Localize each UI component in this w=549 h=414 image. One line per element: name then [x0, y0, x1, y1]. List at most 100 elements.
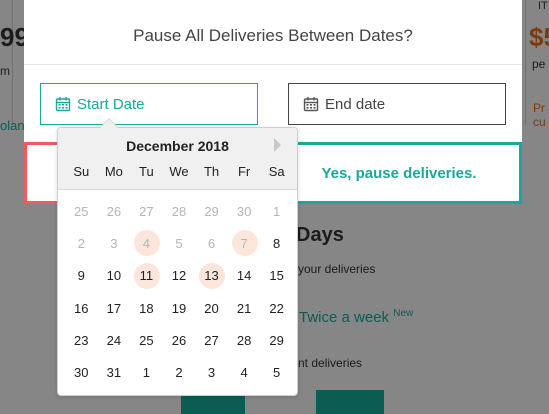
- start-date-input[interactable]: Start Date: [40, 83, 258, 125]
- calendar-day-number: 26: [171, 332, 187, 348]
- calendar-icon: [55, 97, 71, 112]
- calendar-day-number: 18: [139, 300, 154, 316]
- calendar-day-number: 27: [204, 332, 219, 348]
- calendar-day-number: 4: [240, 365, 248, 381]
- calendar-day[interactable]: 23: [65, 324, 98, 356]
- calendar-day-number: 24: [106, 332, 122, 348]
- calendar-day-number: 30: [236, 203, 252, 219]
- end-date-placeholder: End date: [325, 95, 386, 113]
- calendar-day-number: 5: [175, 235, 183, 251]
- calendar-day[interactable]: 15: [260, 260, 293, 292]
- chevron-right-icon[interactable]: [271, 137, 285, 153]
- calendar-day-number: 1: [273, 203, 281, 219]
- confirm-pause-button[interactable]: Yes, pause deliveries.: [274, 142, 522, 204]
- calendar-day-number: 16: [74, 300, 89, 316]
- calendar-week-row: 2 3 4 5 6 7 8: [65, 227, 293, 259]
- calendar-day[interactable]: 5: [260, 356, 293, 388]
- weekday-label: Su: [73, 164, 90, 179]
- calendar-day: 28: [163, 195, 196, 227]
- calendar-day[interactable]: 18: [130, 292, 163, 324]
- calendar-day[interactable]: 2: [163, 356, 196, 388]
- calendar-day: 7: [228, 227, 261, 259]
- calendar-day[interactable]: 8: [260, 227, 293, 259]
- weekday-header: Su Mo Tu We Th Fr Sa: [65, 164, 293, 184]
- calendar-day-number: 29: [269, 332, 284, 348]
- calendar-day: 26: [98, 195, 131, 227]
- calendar-day[interactable]: 28: [228, 324, 261, 356]
- calendar-day-number: 22: [269, 300, 284, 316]
- calendar-day[interactable]: 26: [163, 324, 196, 356]
- calendar-day[interactable]: 16: [65, 292, 98, 324]
- calendar-day-number: 15: [269, 268, 284, 284]
- calendar-day[interactable]: 10: [98, 260, 131, 292]
- calendar-day[interactable]: 12: [163, 260, 196, 292]
- calendar-day[interactable]: 19: [163, 292, 196, 324]
- month-label: December 2018: [126, 138, 229, 154]
- weekday-label: Fr: [237, 164, 251, 179]
- calendar-day-number: 2: [77, 235, 85, 251]
- calendar-day[interactable]: 29: [260, 324, 293, 356]
- calendar-day: 6: [195, 227, 228, 259]
- calendar-day[interactable]: 27: [195, 324, 228, 356]
- calendar-day-number: 14: [236, 268, 252, 284]
- calendar-grid: 25 26 27 28 29 30 1 2 3 4 5 6 7 8 9 10 11 12 13 14 15 16 17 18 1…: [65, 195, 293, 389]
- calendar-day[interactable]: 3: [195, 356, 228, 388]
- calendar-day[interactable]: 20: [195, 292, 228, 324]
- calendar-day-number: 6: [207, 235, 216, 251]
- calendar-day-number: 28: [171, 203, 187, 219]
- calendar-icon: [303, 97, 319, 112]
- end-date-input[interactable]: End date: [288, 83, 506, 125]
- calendar-day-number: 25: [139, 332, 154, 348]
- calendar-day[interactable]: 22: [260, 292, 293, 324]
- calendar-week-row: 9 10 11 12 13 14 15: [65, 260, 293, 292]
- calendar-day-number: 9: [77, 268, 85, 284]
- calendar-day-number: 26: [106, 203, 122, 219]
- calendar-day-number: 2: [175, 365, 183, 381]
- calendar-day-number: 1: [142, 365, 151, 381]
- calendar-day-number: 28: [236, 332, 252, 348]
- calendar-day-number: 29: [204, 203, 219, 219]
- calendar-day[interactable]: 31: [98, 356, 131, 388]
- weekday-label: Th: [203, 164, 220, 179]
- calendar-day[interactable]: 11: [130, 260, 163, 292]
- calendar-day-number: 25: [74, 203, 89, 219]
- calendar-day[interactable]: 24: [98, 324, 131, 356]
- calendar-day-number: 12: [171, 268, 187, 284]
- weekday-label: Tu: [139, 164, 154, 179]
- calendar-day[interactable]: 17: [98, 292, 131, 324]
- calendar-day-number: 27: [139, 203, 154, 219]
- calendar-day: 5: [163, 227, 196, 259]
- calendar-day: 1: [260, 195, 293, 227]
- calendar-day[interactable]: 13: [195, 260, 228, 292]
- calendar-day: 29: [195, 195, 228, 227]
- start-date-placeholder: Start Date: [77, 95, 145, 113]
- weekday-label: Mo: [104, 164, 123, 179]
- calendar-day[interactable]: 25: [130, 324, 163, 356]
- calendar-day-number: 20: [204, 300, 219, 316]
- calendar-week-row: 23 24 25 26 27 28 29: [65, 324, 293, 356]
- divider: [24, 64, 522, 65]
- calendar-day-number: 5: [273, 365, 281, 381]
- weekday-label: Sa: [268, 164, 285, 179]
- calendar-day[interactable]: 14: [228, 260, 261, 292]
- calendar-day-number: 10: [106, 268, 122, 284]
- calendar-day: 4: [130, 227, 163, 259]
- calendar-day-number: 3: [110, 235, 118, 251]
- calendar-day[interactable]: 1: [130, 356, 163, 388]
- calendar-day-number: 4: [142, 235, 151, 251]
- calendar-day-number: 3: [207, 365, 216, 381]
- calendar-day: 3: [98, 227, 131, 259]
- calendar-day[interactable]: 21: [228, 292, 261, 324]
- calendar-day-number: 23: [74, 332, 89, 348]
- calendar-day: 2: [65, 227, 98, 259]
- calendar-day-number: 31: [106, 365, 122, 381]
- calendar-day-number: 17: [106, 300, 122, 316]
- calendar-day-number: 8: [273, 235, 281, 251]
- calendar-day[interactable]: 30: [65, 356, 98, 388]
- calendar-day-number: 13: [204, 268, 219, 284]
- calendar-day-number: 11: [139, 268, 154, 284]
- datepicker-header: December 2018 Su Mo Tu We Th Fr Sa: [58, 128, 297, 190]
- calendar-day[interactable]: 4: [228, 356, 261, 388]
- calendar-day[interactable]: 9: [65, 260, 98, 292]
- calendar-day: 30: [228, 195, 261, 227]
